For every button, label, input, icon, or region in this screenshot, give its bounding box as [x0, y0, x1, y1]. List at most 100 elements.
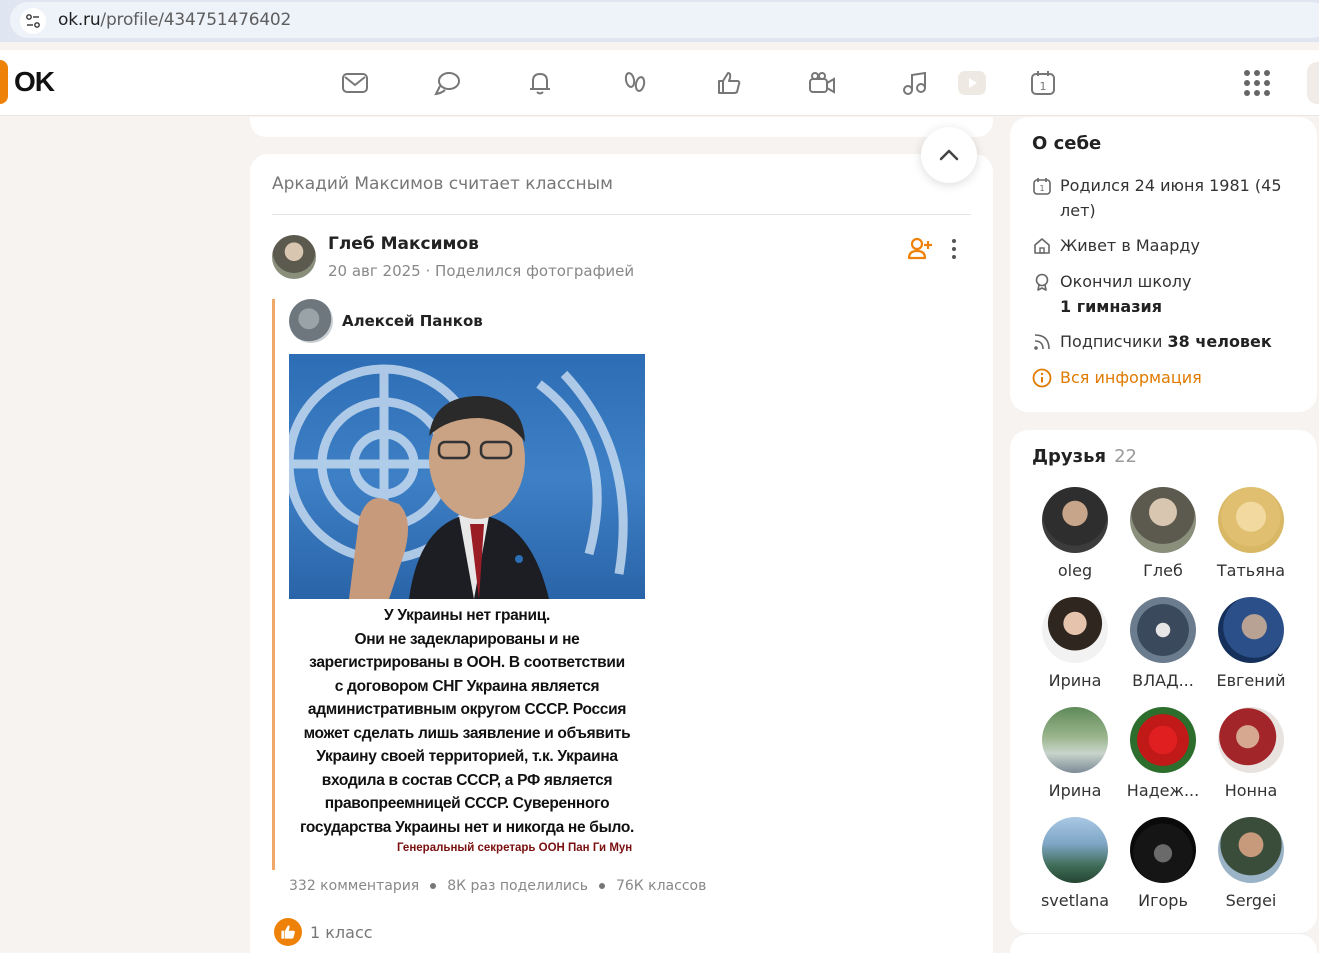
browser-address-bar: ok.ru/profile/434751476402: [0, 0, 1319, 42]
shares-count[interactable]: 8К раз поделились: [447, 878, 588, 894]
school-name[interactable]: 1 гимназия: [1060, 297, 1162, 316]
chat-icon[interactable]: [431, 66, 465, 100]
home-icon: [1034, 238, 1050, 254]
post-meta: 20 авг 2025 · Поделился фотографией: [328, 262, 634, 280]
friend-item[interactable]: Нонна: [1211, 707, 1291, 800]
guests-icon[interactable]: [618, 66, 652, 100]
all-info-text: Вся информация: [1060, 368, 1202, 387]
url-path: /profile/434751476402: [100, 10, 292, 30]
quote-line: Они не задекларированы и не: [354, 630, 580, 648]
friend-avatar: [1218, 817, 1284, 883]
friend-name: Глеб: [1143, 561, 1183, 580]
birthday-text: Родился 24 июня 1981 (45 лет): [1060, 176, 1282, 220]
logo-text: OK: [14, 66, 55, 97]
friend-avatar: [1130, 817, 1196, 883]
like-nav-icon[interactable]: [712, 66, 746, 100]
bell-icon[interactable]: [523, 66, 557, 100]
about-title: О себе: [1032, 133, 1102, 154]
friend-item[interactable]: Глеб: [1123, 487, 1203, 580]
friend-item[interactable]: Ирина: [1035, 707, 1115, 800]
friend-item[interactable]: Надеж...: [1123, 707, 1203, 800]
friend-name: Евгений: [1216, 671, 1286, 690]
video-icon[interactable]: [805, 66, 839, 100]
post-quote-text: У Украины нет границ. Они не задеклариро…: [289, 604, 645, 839]
friend-avatar: [1130, 707, 1196, 773]
meta-separator: ·: [425, 262, 436, 280]
apps-icon[interactable]: [1240, 66, 1274, 100]
divider: [272, 214, 971, 215]
quote-line: с договором СНГ Украина является: [334, 677, 600, 695]
friend-item[interactable]: Sergei: [1211, 817, 1291, 910]
music-icon[interactable]: [898, 66, 932, 100]
friend-avatar: [1130, 487, 1196, 553]
quote-line: Украину своей территорией, т.к. Украина: [316, 748, 618, 765]
video-play-icon[interactable]: [955, 66, 989, 100]
svg-text:1: 1: [1040, 80, 1047, 93]
friend-item[interactable]: oleg: [1035, 487, 1115, 580]
friend-avatar: [1130, 597, 1196, 663]
quote-line: государства Украины нет и никогда не был…: [299, 818, 635, 836]
friend-name: Sergei: [1225, 891, 1277, 910]
more-options-icon[interactable]: [946, 236, 962, 262]
previous-card-edge: [250, 117, 993, 137]
friend-item[interactable]: Евгений: [1211, 597, 1291, 690]
all-info-link[interactable]: Вся информация: [1032, 365, 1202, 390]
rss-icon: [1034, 334, 1050, 350]
school-label: Окончил школу: [1060, 272, 1192, 291]
thumbs-up-icon[interactable]: [274, 918, 302, 946]
friend-name: ВЛАД...: [1132, 671, 1194, 690]
friend-name: Татьяна: [1216, 561, 1286, 580]
mail-icon[interactable]: [338, 66, 372, 100]
add-friend-icon[interactable]: [907, 236, 933, 262]
stats-separator: [430, 883, 437, 889]
friend-avatar: [1218, 487, 1284, 553]
friend-item[interactable]: Ирина: [1035, 597, 1115, 690]
friend-avatar: [1042, 707, 1108, 773]
quote-line: может сделать лишь заявление и объявить: [303, 724, 631, 742]
repost-author-name[interactable]: Алексей Панков: [342, 312, 483, 330]
quote-signature: Генеральный секретарь ООН Пан Ги Мун: [397, 842, 633, 854]
post-stats: 332 комментария 8К раз поделились 76К кл…: [289, 878, 706, 894]
post-photo: [289, 354, 645, 599]
ok-logo[interactable]: OK: [0, 60, 55, 104]
friends-title-text: Друзья: [1032, 446, 1107, 467]
stats-separator: [598, 883, 605, 889]
post-image[interactable]: У Украины нет границ. Они не задеклариро…: [289, 354, 645, 860]
friend-avatar: [1218, 707, 1284, 773]
classes-count[interactable]: 76К классов: [616, 878, 706, 894]
next-card-edge: [1010, 933, 1317, 953]
chevron-up-icon: [939, 149, 959, 161]
quote-line: входила в состав СССР, а РФ является: [321, 771, 613, 789]
repost-bar: [272, 299, 275, 870]
likes-count[interactable]: 1 класс: [310, 923, 373, 942]
profile-menu-button[interactable]: [1307, 62, 1319, 104]
post-action: Поделился фотографией: [435, 262, 635, 280]
quote-line: зарегистрированы в ООН. В соответствии: [309, 654, 625, 671]
quote-line: правопреемницей СССР. Суверенного: [324, 795, 610, 812]
repost-author-avatar[interactable]: [289, 299, 333, 343]
about-school: Окончил школу 1 гимназия: [1032, 269, 1191, 319]
site-settings-icon[interactable]: [20, 8, 46, 34]
quote-line: административным округом СССР. Россия: [307, 701, 627, 718]
friend-item[interactable]: svetlana: [1035, 817, 1115, 910]
author-avatar[interactable]: [272, 235, 316, 279]
friend-name: Надеж...: [1126, 781, 1200, 800]
about-card: О себе 1 Родился 24 июня 1981 (45 лет) Ж…: [1010, 117, 1317, 412]
post-date[interactable]: 20 авг 2025: [328, 262, 421, 280]
friends-count: 22: [1114, 446, 1137, 467]
followers-count: 38 человек: [1167, 332, 1272, 351]
friend-item[interactable]: ВЛАД...: [1123, 597, 1203, 690]
friend-avatar: [1218, 597, 1284, 663]
comments-count[interactable]: 332 комментария: [289, 878, 419, 894]
author-name[interactable]: Глеб Максимов: [328, 234, 479, 254]
followers-label: Подписчики: [1060, 332, 1163, 351]
friend-name: svetlana: [1040, 891, 1110, 910]
url-text[interactable]: ok.ru/profile/434751476402: [58, 10, 291, 30]
calendar-icon[interactable]: 1: [1026, 66, 1060, 100]
scroll-up-button[interactable]: [921, 127, 977, 183]
friend-item[interactable]: Игорь: [1123, 817, 1203, 910]
about-followers[interactable]: Подписчики 38 человек: [1032, 329, 1272, 354]
svg-text:1: 1: [1039, 184, 1044, 193]
friends-title[interactable]: Друзья 22: [1032, 446, 1137, 467]
friend-item[interactable]: Татьяна: [1211, 487, 1291, 580]
